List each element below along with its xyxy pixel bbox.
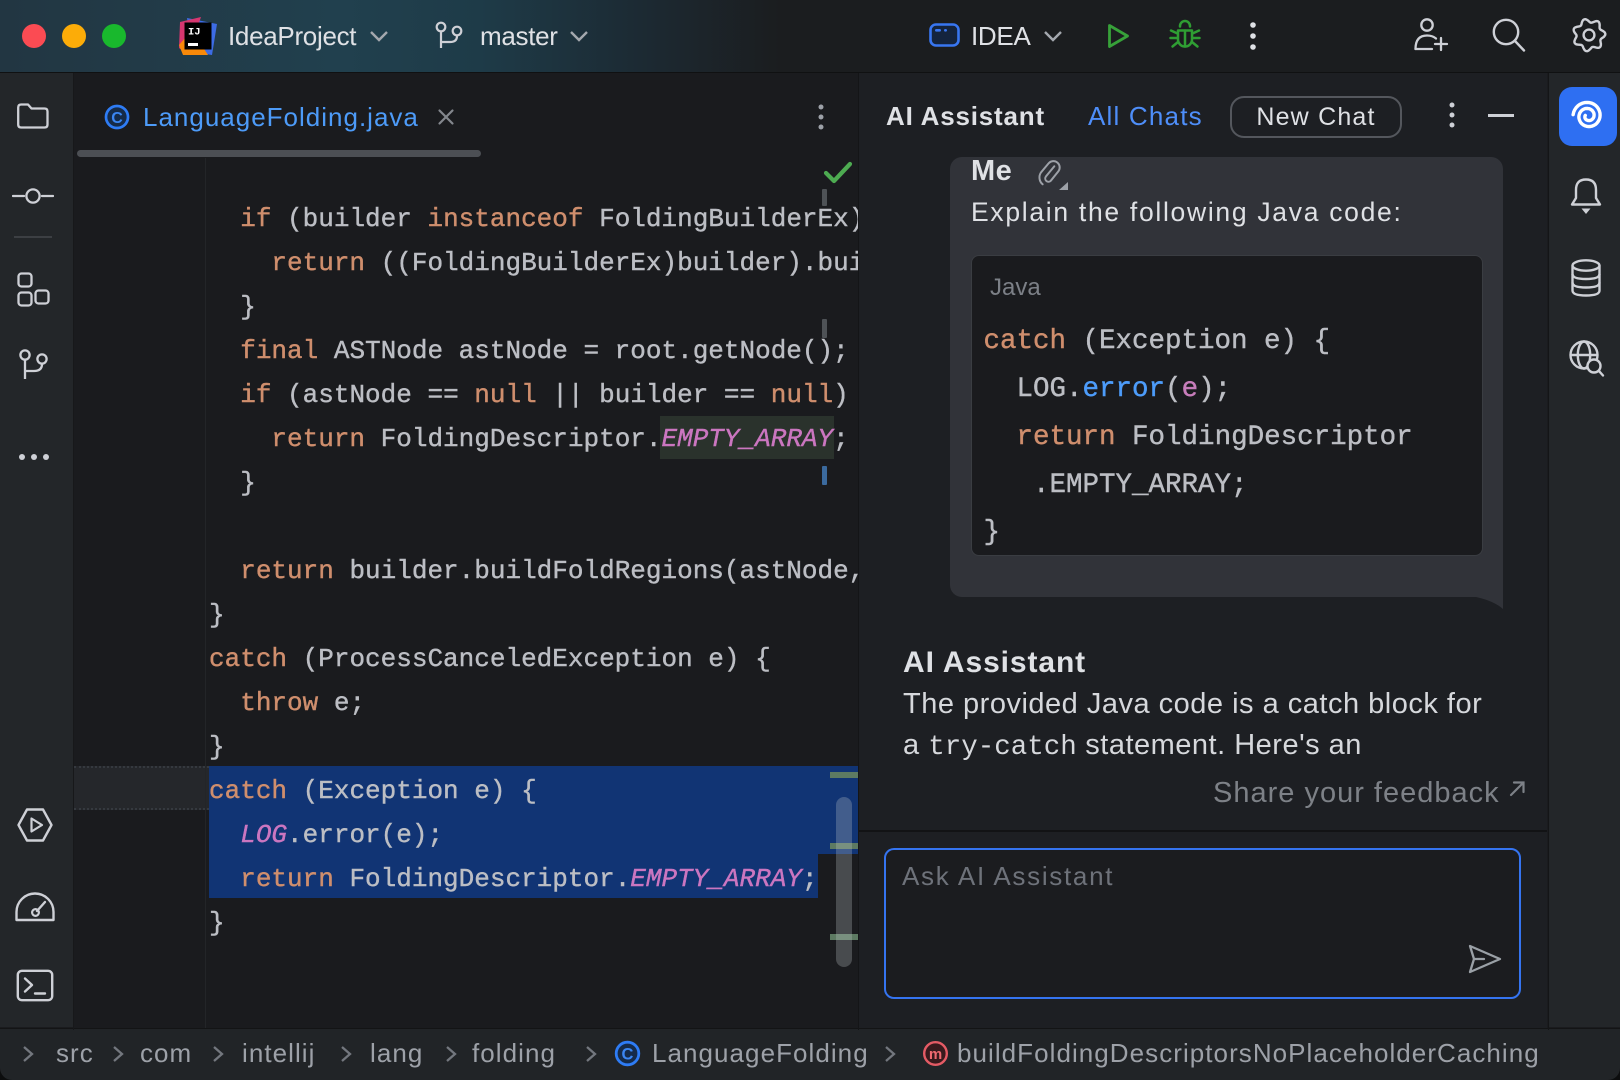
svg-text:IJ: IJ [188, 27, 201, 39]
svg-text:C: C [622, 1046, 634, 1064]
svg-text:C: C [111, 110, 123, 127]
svg-text:m: m [929, 1046, 942, 1063]
